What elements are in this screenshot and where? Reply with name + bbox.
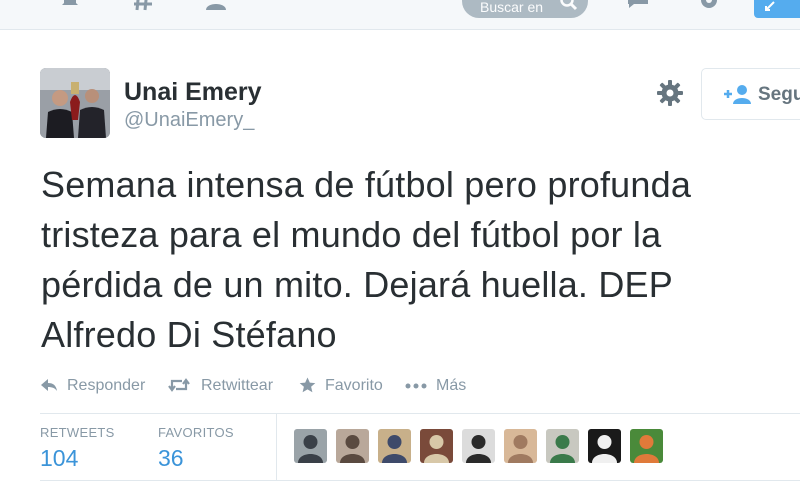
bird-logo-icon[interactable]	[344, 0, 368, 10]
favoriter-avatar-8[interactable]	[588, 429, 621, 463]
reply-label: Responder	[67, 377, 146, 394]
more-dots-icon	[405, 383, 427, 389]
hashtag-icon[interactable]	[131, 0, 155, 12]
user-handle[interactable]: @UnaiEmery_	[124, 109, 254, 132]
favorites-count[interactable]: 36	[158, 445, 184, 472]
favoriter-avatar-5[interactable]	[462, 429, 495, 463]
display-name[interactable]: Unai Emery	[124, 78, 262, 107]
retweets-label[interactable]: RETWEETS	[40, 425, 115, 440]
user-avatar[interactable]	[40, 68, 110, 138]
favorite-label: Favorito	[325, 377, 383, 394]
more-label: Más	[436, 377, 467, 394]
follow-label: Seguir	[758, 84, 800, 105]
retweet-icon	[168, 378, 190, 392]
tweet-text: Semana intensa de fútbol pero profunda t…	[41, 164, 692, 355]
stats-divider-top	[40, 413, 800, 414]
search-icon[interactable]	[559, 0, 579, 12]
add-user-icon	[724, 85, 751, 104]
top-nav-bar: Buscar en	[0, 0, 800, 30]
compose-icon	[765, 1, 775, 11]
favorites-label[interactable]: FAVORITOS	[158, 425, 234, 440]
favoriter-avatar-2[interactable]	[336, 429, 369, 463]
star-icon	[299, 377, 316, 393]
favoriter-avatar-6[interactable]	[504, 429, 537, 463]
favoriter-avatar-9[interactable]	[630, 429, 663, 463]
compose-button[interactable]	[754, 0, 800, 18]
stats-divider-bottom	[40, 480, 800, 481]
favoriter-avatar-7[interactable]	[546, 429, 579, 463]
messages-icon[interactable]	[626, 0, 650, 12]
search-input[interactable]: Buscar en	[480, 0, 543, 15]
stats-divider-vertical	[276, 414, 277, 480]
gear-icon[interactable]	[656, 79, 684, 107]
follow-button[interactable]: Seguir	[701, 68, 800, 120]
person-icon[interactable]	[204, 0, 228, 12]
reply-icon	[41, 379, 57, 391]
retweet-label: Retwittear	[201, 377, 274, 394]
settings-icon[interactable]	[697, 0, 721, 12]
favoriter-avatar-3[interactable]	[378, 429, 411, 463]
bell-icon[interactable]	[58, 0, 82, 12]
retweets-count[interactable]: 104	[40, 445, 78, 472]
favoriter-avatar-4[interactable]	[420, 429, 453, 463]
search-box[interactable]: Buscar en	[462, 0, 588, 18]
favoriter-avatar-1[interactable]	[294, 429, 327, 463]
